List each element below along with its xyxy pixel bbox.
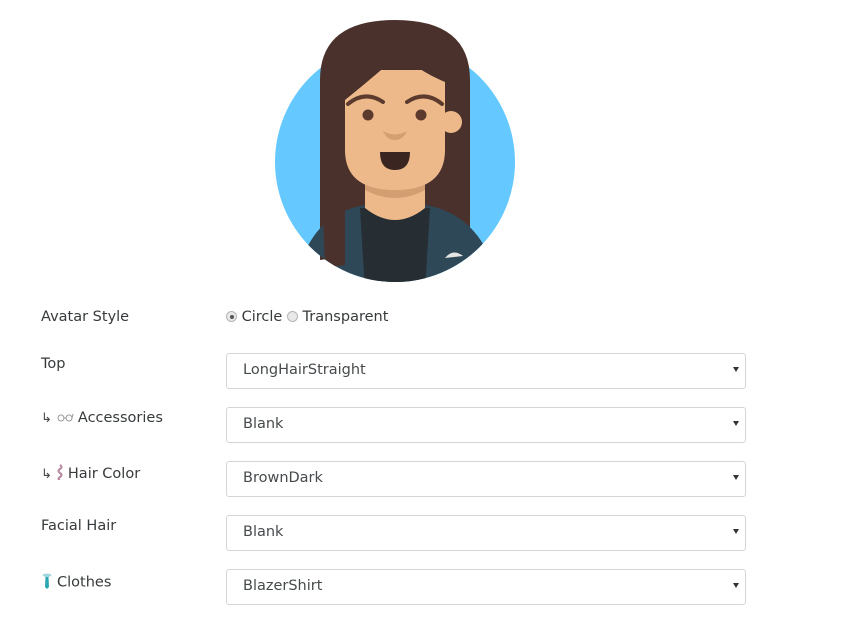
avatar-eye-right	[415, 109, 427, 121]
sub-option-arrow-icon: ↳	[41, 467, 52, 482]
radio-transparent-label[interactable]: Transparent	[303, 309, 389, 325]
top-label: Top	[41, 356, 66, 372]
accessories-select[interactable]: Blank	[226, 407, 746, 443]
clothes-select-value: BlazerShirt	[243, 578, 323, 594]
radio-transparent[interactable]	[286, 311, 298, 322]
clothes-label: Clothes	[41, 572, 111, 593]
hair-color-label: ↳ Hair Color	[41, 464, 141, 484]
chevron-down-icon	[733, 529, 739, 534]
chevron-down-icon	[733, 367, 739, 372]
tie-icon	[41, 572, 53, 593]
glasses-icon	[56, 410, 74, 426]
radio-circle[interactable]	[226, 311, 237, 322]
avatar-shirt	[360, 208, 430, 282]
chevron-down-icon	[733, 421, 739, 426]
facial-hair-label: Facial Hair	[41, 518, 117, 534]
facial-hair-select[interactable]: Blank	[226, 515, 746, 551]
hair-strand-icon	[56, 464, 64, 484]
clothes-select[interactable]: BlazerShirt	[226, 569, 746, 605]
avatar-face	[345, 70, 445, 190]
top-select-value: LongHairStraight	[243, 362, 366, 378]
avatar-preview	[275, 20, 515, 282]
hair-color-select-value: BrownDark	[243, 470, 323, 486]
avatar-eye-left	[362, 109, 374, 121]
avatar-style-radio-group: Circle Transparent	[226, 309, 388, 325]
accessories-label: ↳ Accessories	[41, 410, 163, 426]
accessories-select-value: Blank	[243, 416, 284, 432]
top-select[interactable]: LongHairStraight	[226, 353, 746, 389]
chevron-down-icon	[733, 475, 739, 480]
facial-hair-select-value: Blank	[243, 524, 284, 540]
avatar-style-label: Avatar Style	[41, 309, 130, 325]
sub-option-arrow-icon: ↳	[41, 411, 52, 426]
radio-circle-label[interactable]: Circle	[242, 309, 283, 325]
chevron-down-icon	[733, 583, 739, 588]
hair-color-select[interactable]: BrownDark	[226, 461, 746, 497]
